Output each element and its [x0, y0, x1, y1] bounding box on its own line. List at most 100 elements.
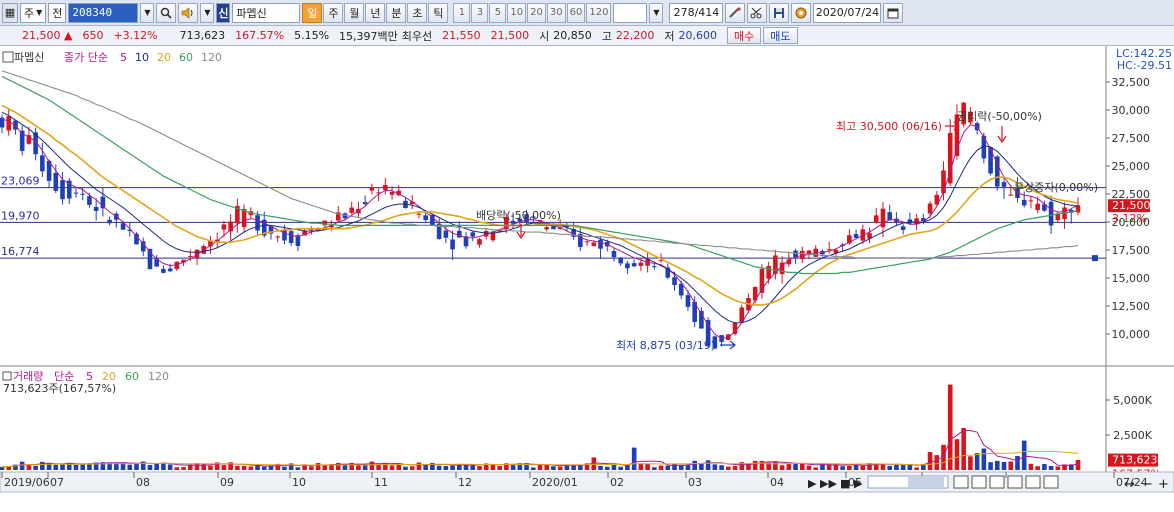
volume-bar	[174, 467, 180, 470]
sell-button[interactable]: 매도	[763, 27, 798, 44]
interval-button-60[interactable]: 60	[566, 2, 586, 23]
candle-body	[941, 170, 946, 194]
period-button-0[interactable]: 일	[302, 2, 323, 23]
settings-gear-icon[interactable]	[791, 2, 812, 23]
volume-bar	[0, 466, 5, 470]
zoom-window-icon[interactable]	[971, 475, 987, 489]
scroll-thumb[interactable]	[908, 477, 944, 487]
period-button-3[interactable]: 년	[365, 2, 386, 23]
step-forward-icon[interactable]: ▶	[808, 477, 817, 490]
speaker-dropdown-icon[interactable]: ▼	[200, 2, 215, 23]
candle-body	[369, 187, 375, 191]
interval-button-5[interactable]: 5	[489, 2, 507, 23]
interval-input[interactable]	[613, 2, 648, 23]
candle-body	[40, 155, 45, 172]
volume-bar	[961, 428, 966, 470]
volume-bar	[611, 465, 617, 470]
tools-icon[interactable]	[725, 2, 746, 23]
candle-body	[167, 268, 173, 272]
dividend-annotation: 배당락(-50,00%)	[476, 209, 561, 222]
candle-body	[907, 219, 913, 224]
volume-bar	[699, 463, 704, 470]
bonus-issue-annotation: 무상증자(0,00%)	[1014, 181, 1098, 194]
volume-bar	[631, 447, 637, 470]
grid-menu-icon[interactable]: ▦	[2, 2, 18, 23]
volume-bar	[416, 462, 422, 470]
period-button-1[interactable]: 주	[323, 2, 344, 23]
scissors-icon[interactable]	[747, 2, 768, 23]
market-select[interactable]: 주 ▼	[20, 2, 47, 23]
volume-bar	[530, 467, 536, 470]
volume-bar	[786, 464, 792, 470]
zoom-in-icon[interactable]: +	[1158, 477, 1169, 492]
stock-code-input[interactable]: 208340	[68, 2, 139, 23]
zoom-out-icon[interactable]: −	[1142, 477, 1153, 492]
period-button-6[interactable]: 틱	[428, 2, 449, 23]
date-field[interactable]: 2020/07/24	[813, 2, 882, 23]
stock-name-field[interactable]: 파멥신	[232, 2, 301, 23]
count-field[interactable]: 278/414	[669, 2, 724, 23]
volume-bar	[638, 463, 644, 470]
volume-bar	[87, 463, 92, 470]
volume-bar	[840, 466, 845, 470]
quote-bar: 21,500 ▲ 650 +3.12% 713,623 167.57% 5.15…	[0, 26, 1174, 46]
buy-button[interactable]: 매수	[727, 27, 762, 44]
vol-pane-menu-icon[interactable]	[2, 371, 12, 381]
volume-bar	[470, 464, 476, 470]
scroll-left-icon[interactable]: ↔	[1124, 477, 1135, 492]
stock-chart[interactable]: 32,50030,00027,50025,00022,50020,00017,5…	[0, 46, 1174, 512]
interval-button-3[interactable]: 3	[471, 2, 489, 23]
period-button-2[interactable]: 월	[344, 2, 365, 23]
interval-button-1[interactable]: 1	[453, 2, 471, 23]
interval-button-30[interactable]: 30	[546, 2, 566, 23]
interval-button-10[interactable]: 10	[507, 2, 527, 23]
volume-bar	[894, 464, 899, 470]
volume-bar	[658, 465, 664, 470]
volume-bar	[248, 466, 254, 470]
volume-bar	[1028, 463, 1034, 470]
x-tick-label: 2020/01	[532, 476, 578, 489]
volume-bar	[443, 466, 449, 470]
interval-dropdown-icon[interactable]: ▼	[649, 2, 664, 23]
price-y-tick-label: 25,000	[1112, 160, 1151, 173]
grid-icon[interactable]	[1043, 475, 1059, 489]
stop-icon[interactable]: ■	[840, 477, 850, 490]
candle-body	[766, 266, 771, 279]
interval-button-120[interactable]: 120	[586, 2, 612, 23]
volume-bar	[880, 463, 886, 470]
play-icon[interactable]: ▶	[854, 477, 863, 490]
candle-body	[443, 230, 449, 238]
x-tick-label: 04	[770, 476, 784, 489]
print-icon[interactable]	[1007, 475, 1023, 489]
reference-line-handle[interactable]	[1092, 255, 1098, 262]
period-button-4[interactable]: 분	[386, 2, 407, 23]
period-button-5[interactable]: 초	[407, 2, 428, 23]
candle-body	[362, 202, 368, 205]
fast-forward-icon[interactable]: ▶▶	[820, 477, 837, 490]
candle-body	[93, 207, 99, 211]
volume-bar	[860, 465, 866, 470]
volume-bar	[779, 465, 785, 470]
volume-bar	[255, 465, 260, 470]
speaker-icon[interactable]	[178, 2, 199, 23]
volume-bar	[914, 467, 919, 470]
zoom-fit-icon[interactable]	[953, 475, 969, 489]
pane-menu-icon[interactable]	[2, 51, 14, 63]
layout-icon[interactable]	[989, 475, 1005, 489]
candle-body	[900, 226, 906, 230]
price-y-tick-label: 10,000	[1112, 328, 1151, 341]
calendar-icon[interactable]	[883, 2, 904, 23]
code-dropdown-icon[interactable]: ▼	[140, 2, 155, 23]
stock-badge: 신	[216, 2, 231, 23]
candle-body	[107, 219, 112, 224]
candle-body	[1008, 194, 1014, 196]
candle-body	[1048, 201, 1054, 226]
volume-bar	[645, 463, 650, 470]
crosshair-icon[interactable]	[1025, 475, 1041, 489]
search-icon[interactable]	[156, 2, 177, 23]
volume-bar	[19, 461, 25, 470]
market-type-select[interactable]: 전	[48, 2, 67, 23]
low-price: 20,600	[678, 29, 718, 42]
interval-button-20[interactable]: 20	[527, 2, 546, 23]
save-icon[interactable]	[769, 2, 790, 23]
